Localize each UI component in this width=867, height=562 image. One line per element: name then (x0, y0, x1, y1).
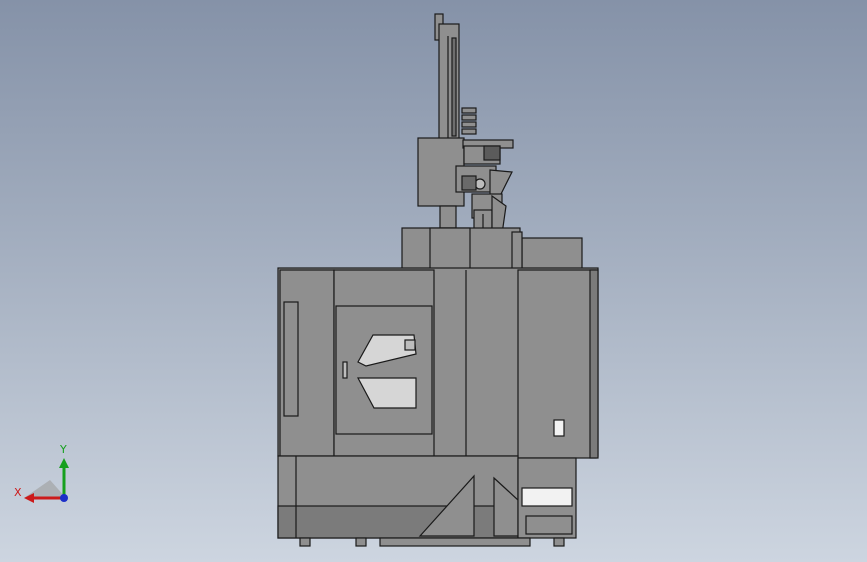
cad-viewport[interactable]: X Y (0, 0, 867, 562)
base-skirt (277, 505, 519, 539)
right-base-window (521, 487, 573, 507)
front-door-inner (335, 305, 433, 435)
machine-enclosure (277, 267, 599, 459)
y-axis-arrow (59, 458, 69, 468)
x-axis-label: X (14, 486, 22, 499)
foot-mid (355, 537, 367, 547)
cabinet-indicator (553, 419, 565, 437)
cabinet-edge (589, 269, 599, 459)
loader-mast (434, 13, 477, 141)
z-axis-dot (60, 494, 68, 502)
foot-left (299, 537, 311, 547)
foot-right (553, 537, 565, 547)
machine-base (277, 455, 577, 547)
axis-triad: X Y (14, 443, 69, 503)
upper-housing (401, 227, 583, 271)
gripper-bracket (489, 169, 513, 197)
gripper-carriage-lower (439, 205, 457, 229)
machine-tool-side-view (277, 13, 599, 547)
left-door-frame (283, 301, 299, 417)
spindle-head-panel (429, 227, 471, 271)
gripper-jaw (483, 145, 501, 161)
mast-rail-slot (451, 37, 457, 137)
cabinet-lip (511, 231, 523, 271)
door-handle (342, 361, 348, 379)
base-plate (379, 537, 531, 547)
mast-stack-1 (461, 107, 477, 114)
mast-stack-3 (461, 121, 477, 128)
x-axis-arrow (24, 493, 34, 503)
control-cabinet-top (521, 237, 583, 271)
right-base-conveyor (525, 515, 573, 535)
gripper-side-plate (461, 175, 477, 191)
y-axis-label: Y (59, 443, 67, 456)
window-latch (404, 339, 416, 351)
mast-stack-4 (461, 128, 477, 135)
mast-stack-2 (461, 114, 477, 121)
